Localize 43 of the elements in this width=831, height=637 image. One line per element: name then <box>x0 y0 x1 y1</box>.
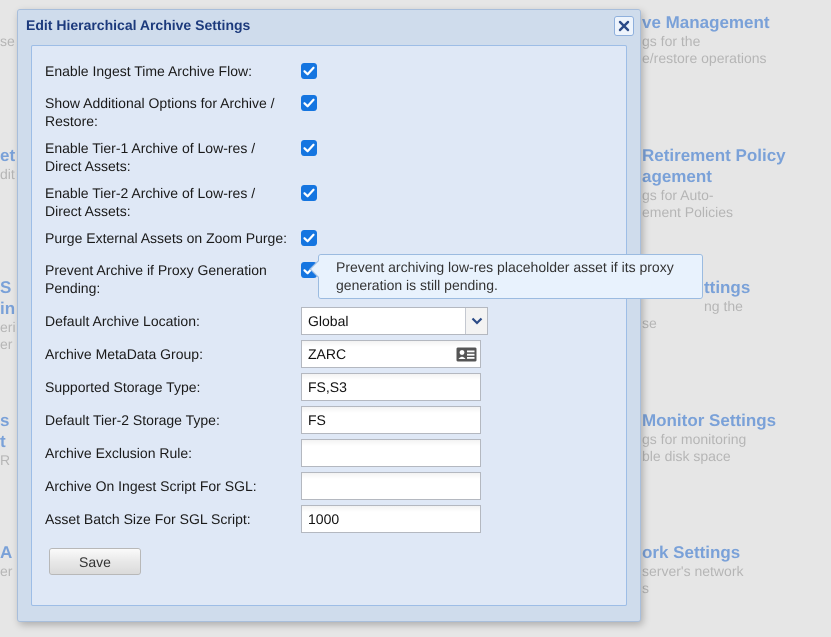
field-label: Prevent Archive if Proxy Generation Pending: <box>45 262 268 297</box>
text-field[interactable]: FS <box>301 406 481 434</box>
settings-link[interactable]: et <box>0 144 16 166</box>
id-card-icon <box>456 346 477 362</box>
settings-link[interactable]: Monitor Settings <box>642 410 786 430</box>
field-label: Default Archive Location: <box>45 312 201 331</box>
settings-link[interactable]: in <box>0 298 16 319</box>
field-label: Supported Storage Type: <box>45 378 202 397</box>
checkbox[interactable] <box>301 185 317 201</box>
chevron-down-icon <box>470 317 482 325</box>
settings-link[interactable]: Retirement Policy <box>642 144 786 166</box>
checkbox[interactable] <box>301 63 317 79</box>
settings-link[interactable]: agement <box>642 166 786 186</box>
settings-link[interactable]: S <box>0 277 16 298</box>
close-button[interactable] <box>614 16 634 36</box>
checkbox[interactable] <box>301 140 317 156</box>
field-label: Default Tier-2 Storage Type: <box>45 411 221 430</box>
settings-link[interactable]: ve Management <box>642 12 786 33</box>
field-label: Archive On Ingest Script For SGL: <box>45 477 258 496</box>
settings-link[interactable]: A <box>0 542 16 563</box>
settings-link[interactable]: s <box>0 410 16 430</box>
text-field[interactable] <box>301 439 481 467</box>
tooltip-text: Prevent archiving low-res placeholder asset if its proxy generation is still pending. <box>336 259 674 293</box>
text-field[interactable]: FS,S3 <box>301 373 481 401</box>
field-label: Enable Ingest Time Archive Flow: <box>45 63 253 81</box>
checkbox[interactable] <box>301 230 317 246</box>
text-field[interactable]: 1000 <box>301 505 481 533</box>
close-icon <box>618 20 630 32</box>
dialog-title: Edit Hierarchical Archive Settings <box>26 17 250 33</box>
field-label: Archive MetaData Group: <box>45 345 204 364</box>
checkbox[interactable] <box>301 95 317 111</box>
location-dropdown[interactable]: Global <box>301 307 488 335</box>
text-field[interactable] <box>301 472 481 500</box>
field-label: Enable Tier-1 Archive of Low-res / Direct Assets: <box>45 140 256 175</box>
field-label: Archive Exclusion Rule: <box>45 444 194 463</box>
field-label: Purge External Assets on Zoom Purge: <box>45 230 288 248</box>
save-button[interactable]: Save <box>49 548 141 575</box>
field-label: Show Additional Options for Archive / Restore: <box>45 95 276 130</box>
settings-link[interactable]: t <box>0 430 16 452</box>
field-label: Asset Batch Size For SGL Script: <box>45 510 252 529</box>
metadata-group-field[interactable]: ZARC <box>301 340 481 368</box>
field-label: Enable Tier-2 Archive of Low-res / Direct Assets: <box>45 185 256 220</box>
settings-link[interactable]: ork Settings <box>642 542 786 563</box>
